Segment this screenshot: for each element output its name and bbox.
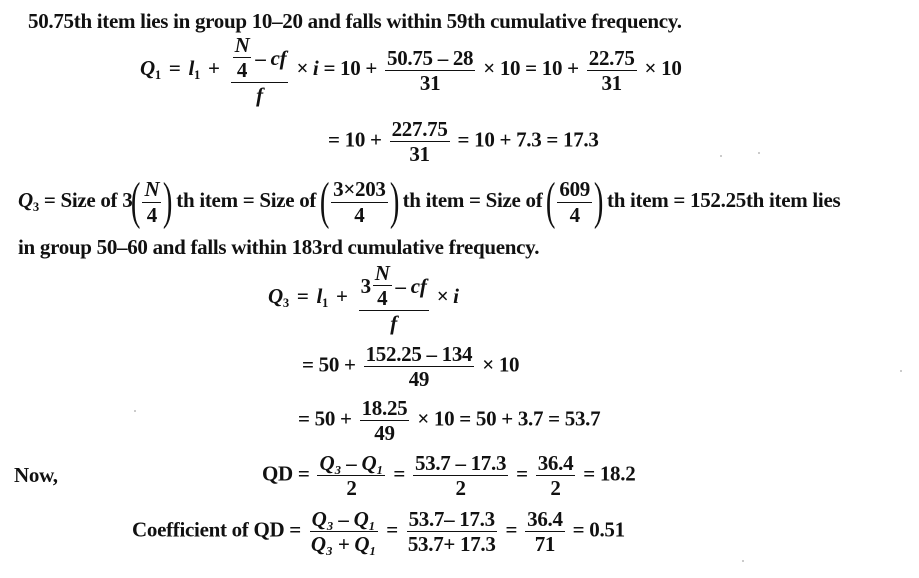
q3-definition: Q3 = Size of 3(N 4) th item = Size of (3×…	[18, 173, 841, 230]
scan-speck	[742, 560, 744, 562]
q3-formula: Q3 = l1 + 3 N 4 – cf f × i	[268, 261, 459, 336]
q1-line2-fraction: 227.75 31	[389, 117, 450, 167]
scan-speck	[720, 155, 722, 157]
q3-step2: = 50 + 18.25 49 × 10 = 50 + 3.7 = 53.7	[298, 396, 601, 446]
q3-step1: = 50 + 152.25 – 134 49 × 10	[302, 342, 520, 392]
q1-step1-fraction: 50.75 – 28 31	[385, 45, 476, 95]
scan-speck	[758, 152, 760, 154]
q1-step2-fraction: 22.75 31	[586, 45, 637, 95]
q1-symbol: Q1	[140, 55, 161, 82]
q1-result-line: = 10 + 227.75 31 = 10 + 7.3 = 17.3	[328, 117, 599, 167]
q3-definition-line2: in group 50–60 and falls within 183rd cu…	[18, 235, 540, 259]
paren-3x203-over-4: (3×203 4)	[319, 173, 399, 230]
l1-symbol: l1	[188, 55, 200, 82]
q1-formula: Q1 = l1 + N 4 – cf f × i = 10 + 50.75 – …	[140, 33, 682, 108]
coef-fraction-1: Q₃ – Q₁ Q₃ + Q₁	[309, 507, 378, 557]
qd-fraction-3: 36.4 2	[535, 451, 576, 501]
paren-n-over-4: (N 4)	[131, 173, 173, 230]
intro-text: 50.75th item lies in group 10–20 and fal…	[28, 9, 682, 33]
q1-general-fraction: N 4 – cf f	[230, 34, 289, 106]
q3-symbol: Q3	[18, 187, 39, 214]
scan-speck	[900, 370, 902, 372]
qd-fraction-2: 53.7 – 17.3 2	[412, 451, 509, 501]
q3-step1-fraction: 152.25 – 134 49	[363, 342, 475, 392]
coef-qd-line: Coefficient of QD = Q₃ – Q₁ Q₃ + Q₁ = 53…	[132, 507, 625, 557]
qd-line: QD = Q₃ – Q₁ 2 = 53.7 – 17.3 2 = 36.4 2 …	[262, 451, 636, 501]
qd-fraction-1: Q₃ – Q₁ 2	[317, 451, 386, 501]
q3-general-fraction: 3 N 4 – cf f	[358, 261, 429, 336]
q3-step2-fraction: 18.25 49	[359, 396, 410, 446]
coef-fraction-2: 53.7– 17.3 53.7+ 17.3	[406, 507, 497, 557]
scan-speck	[134, 410, 136, 412]
now-label: Now,	[14, 463, 58, 487]
coef-fraction-3: 36.4 71	[525, 507, 565, 557]
paren-609-over-4: (609 4)	[546, 173, 604, 230]
